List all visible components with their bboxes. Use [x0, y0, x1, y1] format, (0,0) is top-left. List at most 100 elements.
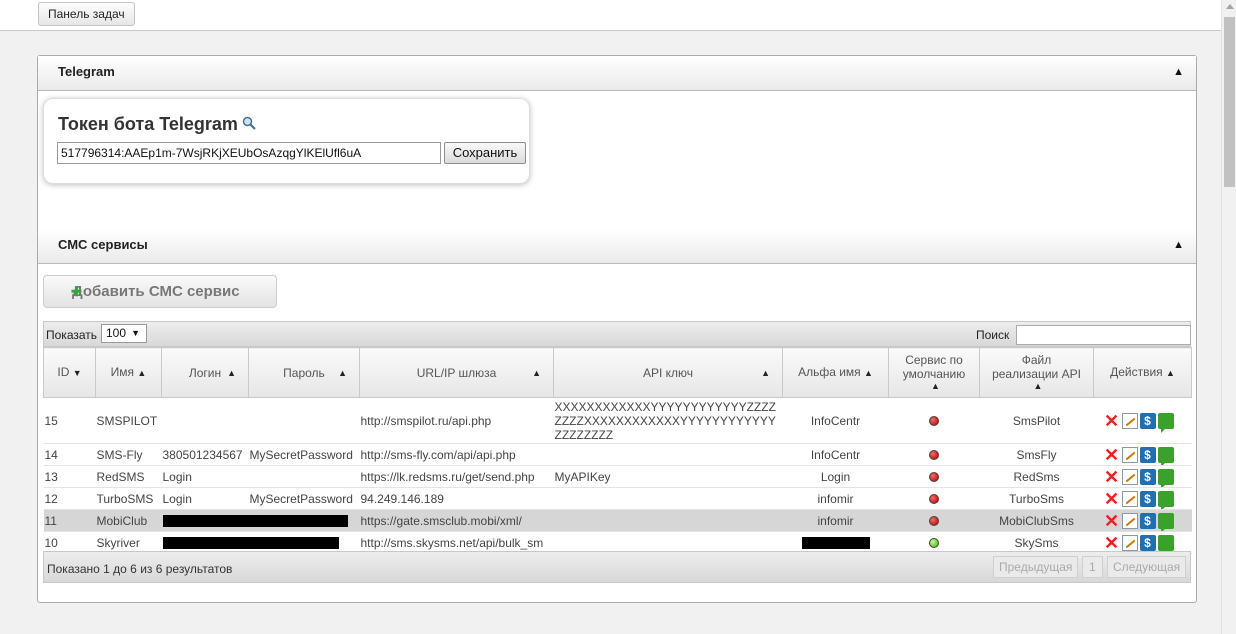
edit-icon[interactable]: [1121, 446, 1138, 463]
table-row[interactable]: 12 TurboSMS Login MySecretPassword 94.249.14…: [43, 487, 1192, 510]
column-header-label: URL/IP шлюза: [416, 365, 497, 380]
scrollbar[interactable]: [1221, 0, 1236, 634]
column-header-label: Имя: [110, 365, 135, 379]
column-header-login[interactable]: Логин ▲: [161, 347, 249, 398]
scroll-up-arrow-icon[interactable]: [1226, 4, 1234, 9]
cell-password: MySecretPassword: [248, 487, 360, 510]
billing-icon[interactable]: $: [1139, 490, 1156, 507]
sort-icon: ▲: [761, 368, 770, 378]
sort-icon: ▲: [137, 368, 147, 378]
telegram-token-input[interactable]: [57, 142, 441, 164]
status-off-icon[interactable]: [929, 494, 939, 505]
billing-icon[interactable]: $: [1139, 512, 1156, 529]
column-header-actions[interactable]: Действия ▲: [1093, 347, 1192, 398]
status-on-icon[interactable]: [929, 538, 939, 549]
token-title: Токен бота Telegram: [58, 114, 256, 135]
message-icon[interactable]: [1157, 468, 1174, 487]
column-header-label: API ключ: [642, 365, 694, 380]
edit-icon[interactable]: [1121, 512, 1138, 529]
cell-alpha-name: infomir: [782, 509, 889, 532]
column-header-api-file[interactable]: Файл реализации API ▲: [979, 347, 1094, 398]
scrollbar-thumb[interactable]: [1224, 17, 1235, 187]
collapse-icon[interactable]: ▲: [1173, 56, 1184, 88]
cell-api-file: SmsPilot: [979, 397, 1094, 444]
billing-icon[interactable]: $: [1139, 534, 1156, 551]
page-size-select[interactable]: 100 ▼: [101, 324, 147, 343]
cell-id: 15: [43, 397, 96, 444]
table-footer: Показано 1 до 6 из 6 результатов Предыду…: [43, 551, 1191, 583]
save-button[interactable]: Сохранить: [444, 142, 526, 164]
cell-alpha-name: Login: [782, 465, 889, 488]
table-row[interactable]: 14 SMS-Fly 380501234567 MySecretPassword htt…: [43, 443, 1192, 466]
previous-page-button[interactable]: Предыдущая: [993, 556, 1079, 578]
cell-actions: ✕ $: [1093, 443, 1192, 466]
cell-api-key: [553, 443, 783, 466]
status-off-icon[interactable]: [929, 450, 939, 461]
delete-icon[interactable]: ✕: [1104, 412, 1120, 430]
edit-icon[interactable]: [1121, 468, 1138, 485]
status-off-icon[interactable]: [929, 516, 939, 527]
table-header-row: ID ▼ Имя ▲ Логин ▲ Пароль ▲ URL/IP шлюза ▲ …: [43, 347, 1192, 398]
message-icon[interactable]: [1157, 534, 1174, 553]
cell-id: 14: [43, 443, 96, 466]
cell-id: 12: [43, 487, 96, 510]
search-label: Поиск: [976, 328, 1010, 342]
plus-icon: ✚: [71, 284, 82, 299]
cell-login: Login: [161, 487, 249, 510]
top-bar: Панель задач: [0, 0, 1221, 31]
delete-icon[interactable]: ✕: [1104, 446, 1120, 464]
column-header-api-key[interactable]: API ключ ▲: [553, 347, 783, 398]
cell-name: SMSPILOT: [95, 397, 162, 444]
telegram-section-header[interactable]: Telegram ▲: [38, 56, 1196, 91]
cell-api-key: MyAPIKey: [553, 465, 783, 488]
delete-icon[interactable]: ✕: [1104, 490, 1120, 508]
column-header-url[interactable]: URL/IP шлюза ▲: [359, 347, 554, 398]
cell-url: https://gate.smsclub.mobi/xml/: [359, 509, 554, 532]
cell-url: https://lk.redsms.ru/get/send.php: [359, 465, 554, 488]
cell-credentials-redacted: [161, 509, 360, 532]
column-header-password[interactable]: Пароль ▲: [248, 347, 360, 398]
message-icon[interactable]: [1157, 412, 1174, 433]
redaction-bar: [801, 537, 870, 550]
sort-icon: ▲: [532, 368, 541, 378]
billing-icon[interactable]: $: [1139, 412, 1156, 429]
column-header-id[interactable]: ID ▼: [43, 347, 96, 398]
cell-default-service[interactable]: [888, 509, 980, 532]
status-off-icon[interactable]: [929, 472, 939, 483]
cell-default-service[interactable]: [888, 465, 980, 488]
task-panel-button[interactable]: Панель задач: [38, 2, 135, 26]
search-input[interactable]: [1016, 325, 1191, 345]
sms-section-title: СМС сервисы: [58, 237, 148, 252]
table-row[interactable]: 11 MobiClub https://gate.smsclub.mobi/xml/…: [43, 509, 1192, 532]
cell-default-service[interactable]: [888, 397, 980, 444]
column-header-alpha-name[interactable]: Альфа имя ▲: [782, 347, 889, 398]
message-icon[interactable]: [1157, 490, 1174, 509]
sms-section-header[interactable]: СМС сервисы ▲: [38, 229, 1196, 264]
delete-icon[interactable]: ✕: [1104, 468, 1120, 486]
cell-default-service[interactable]: [888, 487, 980, 510]
edit-icon[interactable]: [1121, 534, 1138, 551]
table-row[interactable]: 13 RedSMS Login https://lk.redsms.ru/get/se…: [43, 465, 1192, 488]
message-icon[interactable]: [1157, 512, 1174, 531]
billing-icon[interactable]: $: [1139, 468, 1156, 485]
collapse-icon[interactable]: ▲: [1173, 229, 1184, 261]
next-page-button[interactable]: Следующая: [1107, 556, 1187, 578]
status-off-icon[interactable]: [929, 416, 939, 427]
edit-icon[interactable]: [1121, 412, 1138, 429]
page-number-button[interactable]: 1: [1082, 556, 1103, 578]
column-header-default-service[interactable]: Сервис по умолчанию ▲: [888, 347, 980, 398]
billing-icon[interactable]: $: [1139, 446, 1156, 463]
cell-api-key: [553, 487, 783, 510]
cell-url: http://smspilot.ru/api.php: [359, 397, 554, 444]
delete-icon[interactable]: ✕: [1104, 512, 1120, 530]
column-header-name[interactable]: Имя ▲: [95, 347, 162, 398]
add-sms-service-button[interactable]: ✚ Добавить СМС сервис: [43, 275, 277, 308]
cell-default-service[interactable]: [888, 443, 980, 466]
message-icon[interactable]: [1157, 446, 1174, 465]
cell-api-file: MobiClubSms: [979, 509, 1094, 532]
edit-icon[interactable]: [1121, 490, 1138, 507]
table-row[interactable]: 15 SMSPILOT http://smspilot.ru/api.php XXXX…: [43, 397, 1192, 444]
column-header-label: ID: [57, 365, 70, 379]
delete-icon[interactable]: ✕: [1104, 534, 1120, 552]
magnifier-icon[interactable]: [242, 114, 256, 130]
